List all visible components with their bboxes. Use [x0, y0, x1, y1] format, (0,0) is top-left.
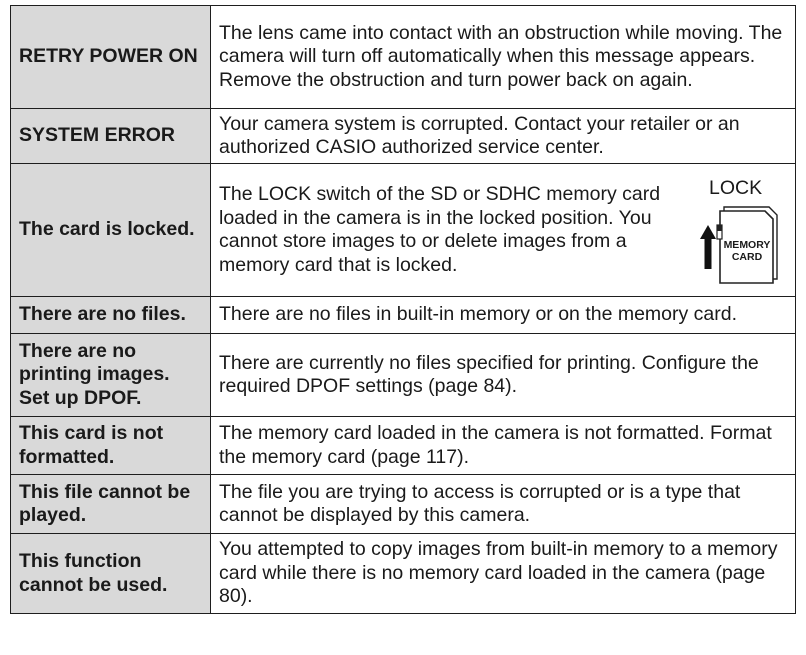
- table-row: This function cannot be used. You attemp…: [10, 533, 796, 614]
- table-row: The card is locked. The LOCK switch of t…: [10, 163, 796, 297]
- table-row: This file cannot be played. The file you…: [10, 474, 796, 534]
- description-cell: Your camera system is corrupted. Contact…: [210, 108, 796, 164]
- description-cell: You attempted to copy images from built-…: [210, 533, 796, 614]
- lock-label: LOCK: [709, 177, 763, 199]
- table-row: There are no printing images. Set up DPO…: [10, 333, 796, 417]
- description-cell: There are no files in built-in memory or…: [210, 296, 796, 334]
- message-cell: This file cannot be played.: [10, 474, 211, 534]
- message-cell: RETRY POWER ON: [10, 5, 211, 109]
- message-cell: There are no files.: [10, 296, 211, 334]
- message-cell: SYSTEM ERROR: [10, 108, 211, 164]
- table-row: This card is not formatted. The memory c…: [10, 416, 796, 475]
- card-label-line2: CARD: [732, 251, 763, 263]
- description-text: The LOCK switch of the SD or SDHC memory…: [219, 183, 661, 276]
- message-cell: This card is not formatted.: [10, 416, 211, 475]
- card-label-line1: MEMORY: [724, 239, 771, 251]
- error-message-table: RETRY POWER ON The lens came into contac…: [10, 5, 796, 614]
- description-cell: There are currently no files specified f…: [210, 333, 796, 417]
- message-cell: The card is locked.: [10, 163, 211, 297]
- table-row: SYSTEM ERROR Your camera system is corru…: [10, 108, 796, 164]
- message-cell: This function cannot be used.: [10, 533, 211, 614]
- message-cell: There are no printing images. Set up DPO…: [10, 333, 211, 417]
- table-row: RETRY POWER ON The lens came into contac…: [10, 5, 796, 109]
- description-cell: The LOCK switch of the SD or SDHC memory…: [210, 163, 796, 297]
- memory-card-lock-figure: LOCK MEMORY CARD: [693, 175, 785, 285]
- description-cell: The file you are trying to access is cor…: [210, 474, 796, 534]
- memory-card-icon: MEMORY CARD: [700, 206, 778, 284]
- table-row: There are no files. There are no files i…: [10, 296, 796, 334]
- description-cell: The memory card loaded in the camera is …: [210, 416, 796, 475]
- description-cell: The lens came into contact with an obstr…: [210, 5, 796, 109]
